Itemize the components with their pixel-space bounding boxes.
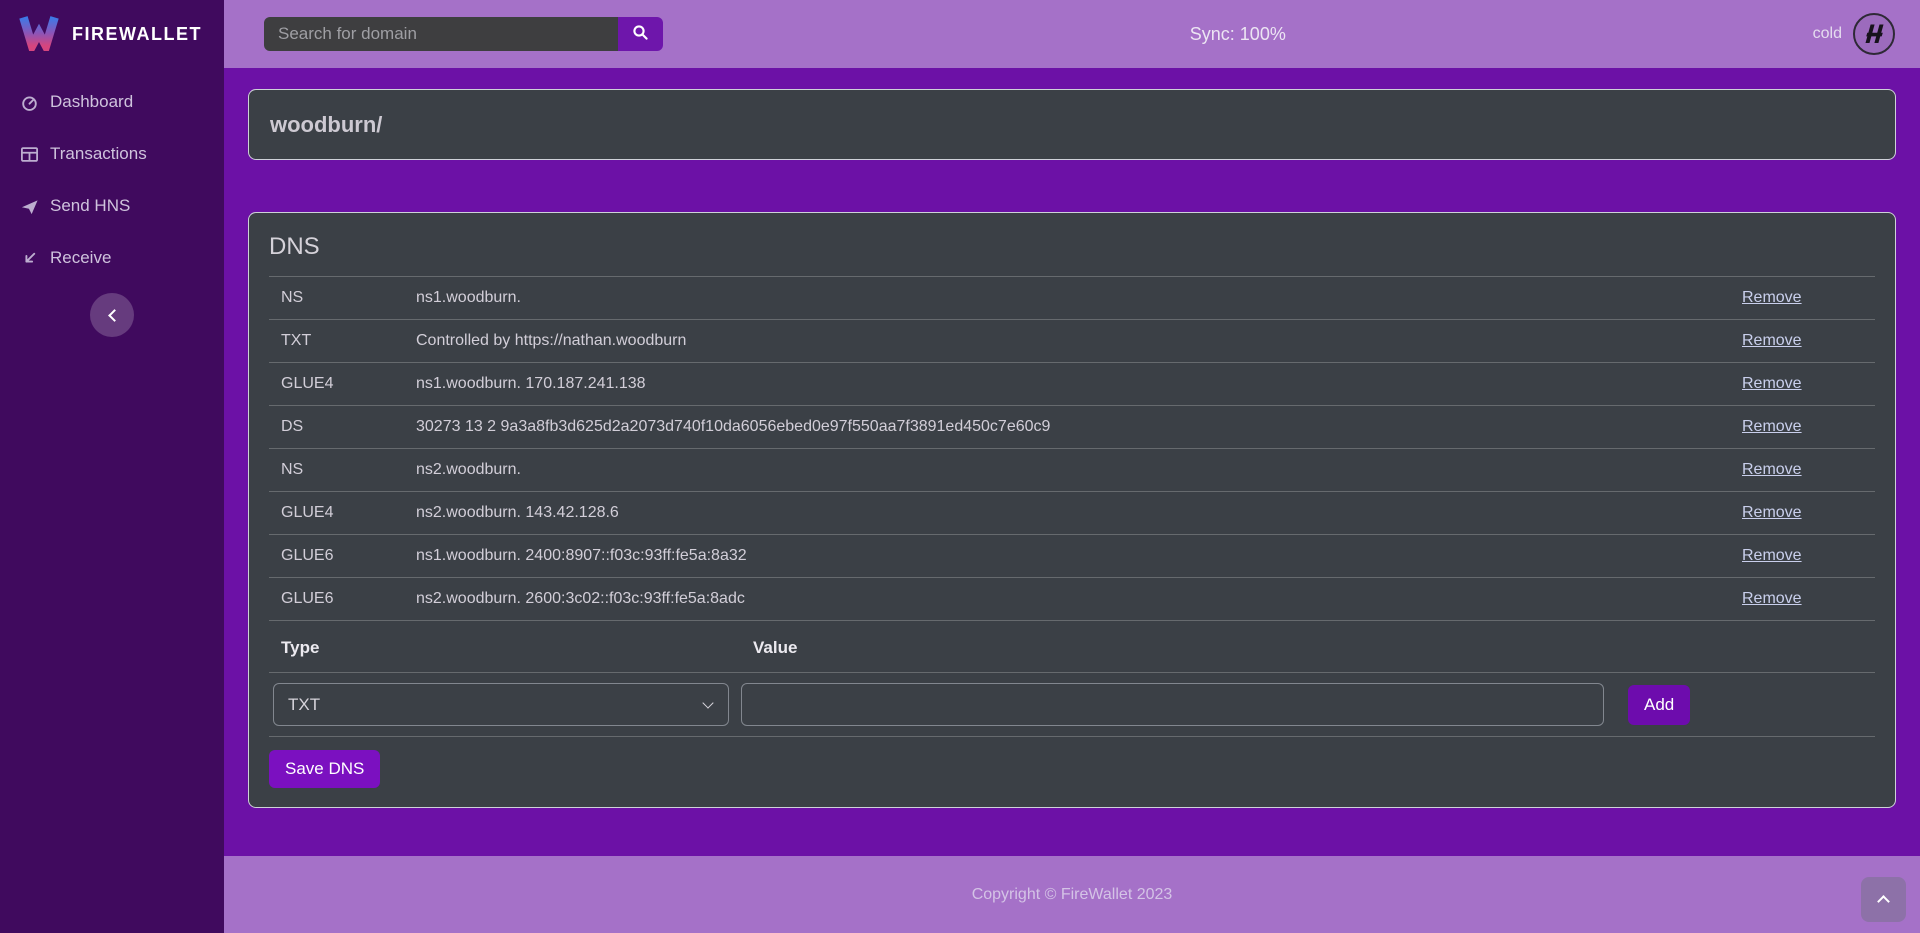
brand-name: FIREWALLET [72, 24, 202, 45]
record-type: GLUE4 [269, 492, 404, 535]
domain-card: woodburn/ [248, 89, 1896, 160]
record-type: NS [269, 277, 404, 320]
record-type: NS [269, 449, 404, 492]
value-column-header: Value [741, 621, 1616, 673]
dns-records-table: NS ns1.woodburn. Remove TXT Controlled b… [269, 276, 1875, 621]
dns-record-row: GLUE4 ns2.woodburn. 143.42.128.6 Remove [269, 492, 1875, 535]
sidebar-item-receive[interactable]: Receive [0, 232, 224, 284]
record-type: GLUE6 [269, 535, 404, 578]
chevron-up-icon [1877, 895, 1890, 908]
remove-link[interactable]: Remove [1742, 332, 1802, 349]
sidebar-item-label: Receive [50, 248, 111, 268]
add-record-form: Type Value TXT [269, 621, 1875, 737]
wallet-mode-label: cold [1813, 25, 1842, 43]
chevron-left-icon [108, 309, 121, 322]
arrow-down-left-icon [20, 249, 39, 268]
sidebar-item-label: Dashboard [50, 92, 133, 112]
dns-record-row: TXT Controlled by https://nathan.woodbur… [269, 320, 1875, 363]
sidebar-item-label: Send HNS [50, 196, 130, 216]
record-value: ns1.woodburn. [404, 277, 1730, 320]
chevron-down-icon [702, 697, 713, 708]
dns-card-title: DNS [269, 213, 1875, 276]
dns-record-row: NS ns2.woodburn. Remove [269, 449, 1875, 492]
record-value: Controlled by https://nathan.woodburn [404, 320, 1730, 363]
add-record-button[interactable]: Add [1628, 685, 1690, 725]
main-column: Sync: 100% cold woodburn/ DNS [224, 0, 1920, 933]
firewallet-logo-icon [18, 13, 60, 56]
save-dns-button[interactable]: Save DNS [269, 750, 380, 788]
record-type: GLUE4 [269, 363, 404, 406]
content-area: woodburn/ DNS NS ns1.woodburn. Remove TX… [224, 68, 1920, 856]
record-value: ns2.woodburn. 143.42.128.6 [404, 492, 1730, 535]
remove-link[interactable]: Remove [1742, 418, 1802, 435]
scroll-to-top-button[interactable] [1861, 877, 1906, 922]
sidebar: FIREWALLET Dashboard Transactions Send H… [0, 0, 224, 933]
domain-search [264, 17, 663, 51]
sidebar-item-transactions[interactable]: Transactions [0, 128, 224, 180]
topbar: Sync: 100% cold [224, 0, 1920, 68]
sidebar-item-dashboard[interactable]: Dashboard [0, 76, 224, 128]
dns-record-row: DS 30273 13 2 9a3a8fb3d625d2a2073d740f10… [269, 406, 1875, 449]
paper-plane-icon [20, 197, 39, 216]
sidebar-collapse-button[interactable] [90, 293, 134, 337]
brand-link[interactable]: FIREWALLET [0, 0, 224, 68]
topbar-right: cold [1813, 12, 1896, 56]
type-column-header: Type [269, 621, 741, 673]
record-type: TXT [269, 320, 404, 363]
sidebar-nav: Dashboard Transactions Send HNS Receive [0, 76, 224, 284]
search-button[interactable] [618, 17, 663, 51]
record-value: ns1.woodburn. 170.187.241.138 [404, 363, 1730, 406]
handshake-logo-icon[interactable] [1852, 12, 1896, 56]
search-icon [632, 24, 649, 44]
remove-link[interactable]: Remove [1742, 375, 1802, 392]
dns-record-row: GLUE6 ns2.woodburn. 2600:3c02::f03c:93ff… [269, 578, 1875, 621]
remove-link[interactable]: Remove [1742, 504, 1802, 521]
record-type: GLUE6 [269, 578, 404, 621]
dns-card: DNS NS ns1.woodburn. Remove TXT Controll… [248, 212, 1896, 808]
domain-title: woodburn/ [270, 112, 382, 138]
footer: Copyright © FireWallet 2023 [224, 856, 1920, 933]
sidebar-item-send-hns[interactable]: Send HNS [0, 180, 224, 232]
sidebar-item-label: Transactions [50, 144, 147, 164]
record-value: ns2.woodburn. [404, 449, 1730, 492]
gauge-icon [20, 93, 39, 112]
record-type: DS [269, 406, 404, 449]
search-input[interactable] [264, 17, 618, 51]
table-icon [20, 145, 39, 164]
dns-record-row: GLUE4 ns1.woodburn. 170.187.241.138 Remo… [269, 363, 1875, 406]
record-value: ns1.woodburn. 2400:8907::f03c:93ff:fe5a:… [404, 535, 1730, 578]
remove-link[interactable]: Remove [1742, 461, 1802, 478]
dns-record-row: NS ns1.woodburn. Remove [269, 277, 1875, 320]
app-window: FIREWALLET Dashboard Transactions Send H… [0, 0, 1920, 933]
remove-link[interactable]: Remove [1742, 590, 1802, 607]
remove-link[interactable]: Remove [1742, 289, 1802, 306]
record-type-selected-value: TXT [288, 695, 320, 715]
remove-link[interactable]: Remove [1742, 547, 1802, 564]
record-value: 30273 13 2 9a3a8fb3d625d2a2073d740f10da6… [404, 406, 1730, 449]
dns-record-row: GLUE6 ns1.woodburn. 2400:8907::f03c:93ff… [269, 535, 1875, 578]
copyright-text: Copyright © FireWallet 2023 [972, 886, 1173, 904]
record-value-input[interactable] [741, 683, 1604, 726]
record-value: ns2.woodburn. 2600:3c02::f03c:93ff:fe5a:… [404, 578, 1730, 621]
record-type-select[interactable]: TXT [273, 683, 729, 726]
sync-status: Sync: 100% [663, 24, 1813, 45]
